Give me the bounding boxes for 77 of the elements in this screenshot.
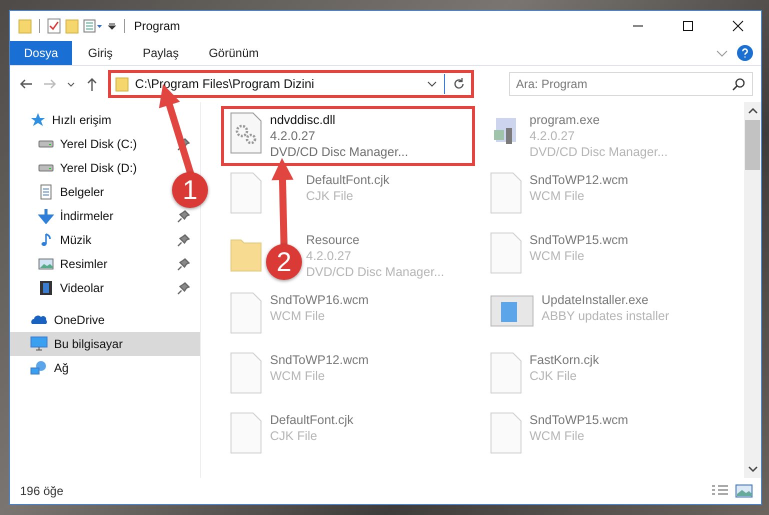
ribbon-tab[interactable]: Paylaş — [128, 41, 193, 65]
blank-file-icon — [230, 352, 262, 394]
blank-file-icon — [230, 292, 262, 334]
file-name: DefaultFont.cjk — [306, 172, 390, 188]
file-name: SndToWP16.wcm — [270, 292, 369, 308]
document-icon — [38, 184, 54, 200]
file-name: SndToWP12.wcm — [270, 352, 369, 368]
gears-file-icon — [230, 112, 262, 154]
search-icon — [732, 77, 746, 91]
sidebar-item[interactable]: Bu bilgisayar — [10, 332, 200, 356]
help-icon[interactable] — [737, 45, 753, 61]
pin-icon[interactable] — [177, 282, 190, 294]
ribbon-tab[interactable]: Dosya — [10, 41, 72, 65]
file-detail: WCM File — [270, 368, 326, 384]
drive-icon — [38, 140, 54, 148]
file-detail: 4.2.0.27 — [270, 128, 316, 144]
sidebar-item[interactable]: OneDrive — [10, 308, 200, 332]
properties-icon[interactable] — [83, 18, 103, 34]
blank-file-icon — [490, 172, 522, 214]
file-detail: CJK File — [306, 188, 354, 204]
pin-icon[interactable] — [177, 210, 190, 222]
file-name: SndToWP12.wcm — [530, 172, 628, 188]
file-name: program.exe — [530, 112, 601, 128]
sidebar-item[interactable]: Ağ — [10, 356, 200, 380]
network-icon — [30, 360, 48, 376]
sidebar-item[interactable]: Belgeler — [10, 180, 108, 204]
blank-file-icon — [490, 232, 522, 274]
pin-icon[interactable] — [177, 258, 190, 270]
sidebar-item[interactable]: İndirmeler — [10, 204, 118, 228]
file-name: SndToWP15.wcm — [530, 232, 628, 248]
file-detail: WCM File — [270, 308, 326, 324]
ribbon-tab[interactable]: Giriş — [74, 41, 127, 65]
checklist-icon[interactable] — [47, 18, 61, 34]
film-icon — [38, 280, 54, 296]
tiles-view-icon[interactable] — [735, 484, 753, 498]
file-detail: 4.2.0.27 — [306, 248, 352, 264]
file-name: DefaultFont.cjk — [270, 412, 354, 428]
blank-file-icon — [490, 412, 522, 454]
sidebar-item[interactable]: Yerel Disk (C:) — [10, 132, 141, 156]
sidebar-item[interactable]: Videolar — [10, 276, 108, 300]
scrollbar[interactable] — [744, 102, 761, 478]
sidebar-item[interactable]: Resimler — [10, 252, 112, 276]
file-name: ndvddisc.dll — [270, 112, 336, 128]
file-detail: WCM File — [530, 248, 586, 264]
blank-file-icon — [230, 412, 262, 454]
window-title: Program — [134, 19, 180, 33]
picture-icon — [38, 256, 54, 272]
file-name: UpdateInstaller.exe — [542, 292, 650, 308]
star-icon — [30, 112, 46, 128]
file-name: Resource — [306, 232, 360, 248]
file-detail: WCM File — [530, 188, 586, 204]
sidebar-item[interactable]: Yerel Disk (D:) — [10, 156, 141, 180]
file-detail: DVD/CD Disc Manager... — [530, 144, 668, 160]
file-detail: CJK File — [530, 368, 578, 384]
pin-icon[interactable] — [177, 234, 190, 246]
address-bar[interactable]: C:\Program Files\Program Dizini — [108, 70, 474, 98]
monitor-icon — [30, 336, 48, 352]
drive-icon — [38, 164, 54, 172]
file-detail: DVD/CD Disc Manager... — [270, 144, 408, 160]
file-detail: DVD/CD Disc Manager... — [306, 264, 444, 280]
blank-file-icon — [230, 172, 262, 214]
file-detail: CJK File — [270, 428, 318, 444]
file-detail: ABBY updates installer — [542, 308, 670, 324]
file-detail: 4.2.0.27 — [530, 128, 576, 144]
ribbon-tab[interactable]: Görünüm — [194, 41, 273, 65]
item-count: 196 öğe — [20, 484, 64, 498]
pin-icon[interactable] — [177, 138, 190, 150]
file-detail: WCM File — [530, 428, 586, 444]
down-arrow-icon — [38, 208, 54, 224]
file-name: FastKorn.cjk — [530, 352, 599, 368]
file-name: SndToWP15.wcm — [530, 412, 628, 428]
sidebar-item[interactable]: Hızlı erişim — [10, 108, 200, 132]
sidebar-item[interactable]: Müzik — [10, 228, 96, 252]
folder-icon — [115, 76, 129, 92]
scrollbar-thumb[interactable] — [745, 120, 760, 170]
search-field[interactable]: Ara: Program — [509, 72, 753, 96]
blank-file-icon — [490, 352, 522, 394]
